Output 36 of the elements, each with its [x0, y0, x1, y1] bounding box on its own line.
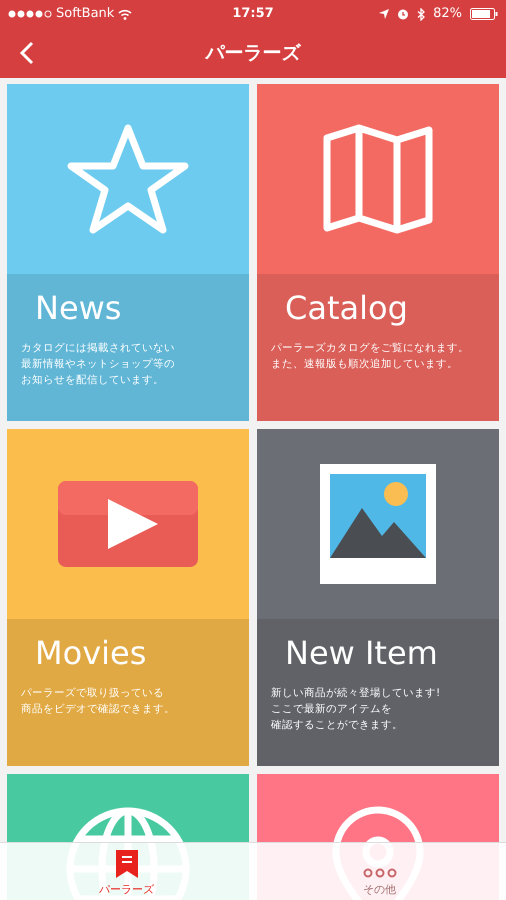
map-icon: [320, 124, 436, 234]
menu-tile[interactable]: Movies パーラーズで取り扱っている 商品をビデオで確認できます。: [7, 429, 249, 766]
tile-description-line: ここで最新のアイテムを: [271, 702, 392, 717]
tab-bar-item[interactable]: パーラーズ: [0, 843, 253, 900]
wifi-icon: [118, 8, 132, 20]
bluetooth-icon: [417, 8, 426, 20]
tile-title: Catalog: [284, 288, 409, 328]
tile-description-line: 確認することができます。: [271, 718, 403, 733]
more-icon: [362, 868, 396, 878]
tile-description-line: パーラーズで取り扱っている: [21, 686, 164, 701]
tile-description-line: 新しい商品が続々登場しています!: [271, 686, 440, 701]
chevron-left-icon: [20, 41, 34, 65]
tab-bar-item[interactable]: その他: [253, 843, 506, 900]
tile-title: Movies: [34, 633, 148, 673]
photo-icon: [320, 464, 436, 584]
menu-tile[interactable]: Catalog パーラーズカタログをご覧になれます。 また、速報版も順次追加しています。: [257, 84, 499, 421]
tile-description-line: カタログには掲載されていない: [21, 341, 175, 356]
carrier-name: SoftBank: [56, 5, 114, 24]
tile-description-line: 商品をビデオで確認できます。: [21, 702, 175, 717]
tile-title: News: [34, 288, 122, 328]
battery-percent: 82%: [433, 5, 462, 24]
tile-description-line: また、速報版も順次追加しています。: [271, 357, 458, 372]
tile-title: New Item: [284, 633, 439, 673]
location-arrow-icon: [379, 9, 390, 19]
tile-description-line: お知らせを配信しています。: [21, 373, 164, 388]
alarm-clock-icon: [397, 8, 410, 20]
menu-tile[interactable]: New Item 新しい商品が続々登場しています! ここで最新のアイテムを 確認することができます。: [257, 429, 499, 766]
screen-title: パーラーズ: [206, 40, 300, 66]
battery-icon: [470, 8, 498, 20]
bookmark-icon: [116, 850, 138, 878]
tile-description-line: パーラーズカタログをご覧になれます。: [271, 341, 469, 356]
video-player-icon: [58, 481, 198, 567]
menu-tile[interactable]: News カタログには掲載されていない 最新情報やネットショップ等の お知らせを配信しています。: [7, 84, 249, 421]
signal-icon: [8, 10, 52, 18]
status-time: 17:57: [232, 5, 274, 24]
tile-description-line: 最新情報やネットショップ等の: [21, 357, 175, 372]
